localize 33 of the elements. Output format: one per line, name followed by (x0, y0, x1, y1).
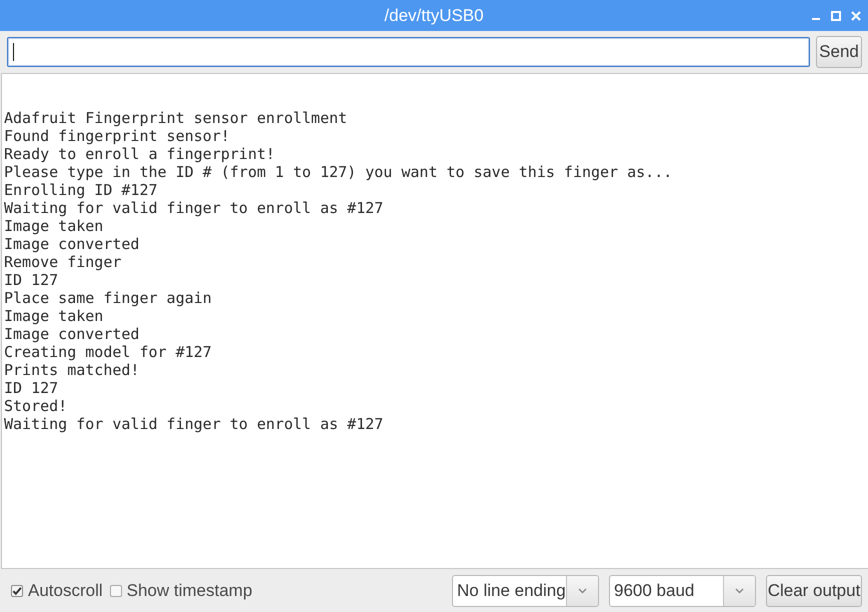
dropdown[interactable]: No line ending (452, 574, 599, 606)
output-line: Image converted (4, 235, 140, 253)
output-line: Adafruit Fingerprint sensor enrollment (4, 109, 348, 127)
output-line: Waiting for valid finger to enroll as #127 (4, 415, 384, 433)
output-line: Found fingerprint sensor! (4, 127, 230, 145)
send-button[interactable]: Send (816, 36, 862, 68)
checkbox[interactable] (110, 584, 122, 596)
window-title: /dev/ttyUSB0 (384, 6, 484, 26)
output-line: Remove finger (4, 253, 122, 271)
output-line: Image converted (4, 325, 140, 343)
output-line: Image taken (4, 307, 104, 325)
output-line: Place same finger again (4, 289, 212, 307)
clear-output-button[interactable]: Clear output (766, 574, 862, 606)
output-line: Enrolling ID #127 (4, 181, 158, 199)
chevron-down-icon (723, 576, 755, 606)
output-line: Creating model for #127 (4, 343, 212, 361)
dropdown[interactable]: 9600 baud (609, 574, 756, 606)
close-icon[interactable] (851, 10, 861, 20)
output-line: ID 127 (4, 271, 58, 289)
output-line: Stored! (4, 397, 68, 415)
output-line: Please type in the ID # (from 1 to 127) you want to save this finger as... (4, 163, 672, 181)
output-line: Waiting for valid finger to enroll as #127 (4, 199, 384, 217)
chevron-down-icon (566, 576, 598, 606)
checkbox-label: Autoscroll (28, 580, 103, 600)
input-field[interactable] (7, 37, 810, 67)
output-line: ID 127 (4, 379, 58, 397)
text-cursor (13, 43, 14, 61)
output-line: Ready to enroll a fingerprint! (4, 145, 275, 163)
maximize-icon[interactable] (831, 10, 841, 20)
output-line: Prints matched! (4, 361, 140, 379)
output-line: Image taken (4, 217, 104, 235)
checkbox[interactable] (11, 584, 23, 596)
checkbox-label: Show timestamp (126, 580, 252, 600)
